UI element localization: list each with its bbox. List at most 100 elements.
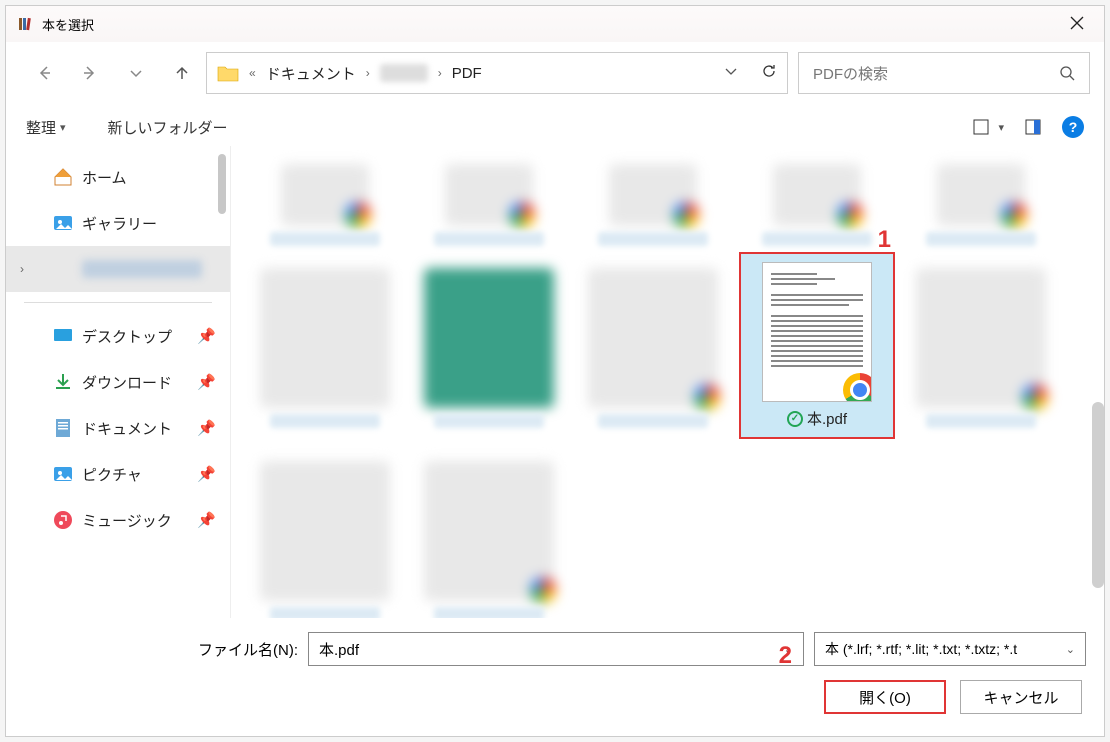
file-item[interactable]	[411, 445, 567, 618]
expand-icon[interactable]: ›	[20, 262, 24, 276]
desktop-icon	[52, 325, 74, 347]
filetype-filter[interactable]: 本 (*.lrf; *.rtf; *.lit; *.txt; *.txtz; *…	[814, 632, 1086, 666]
nav-buttons	[20, 63, 196, 83]
files-scrollbar[interactable]	[1092, 402, 1104, 588]
folder-icon	[217, 64, 239, 82]
sidebar-item-pictures[interactable]: ピクチャ 📌	[6, 451, 230, 497]
file-item[interactable]	[411, 252, 567, 428]
breadcrumb-laquo: «	[249, 66, 256, 80]
file-item[interactable]	[903, 252, 1059, 428]
file-open-dialog: 本を選択 « ドキュメント › › PDF PDFの検索	[5, 5, 1105, 737]
pin-icon: 📌	[197, 419, 216, 437]
sidebar-item-home[interactable]: ホーム	[6, 154, 230, 200]
search-input[interactable]: PDFの検索	[798, 52, 1090, 94]
refresh-icon	[761, 63, 777, 79]
bottom-panel: ファイル名(N): 本.pdf ⌄ 本 (*.lrf; *.rtf; *.lit…	[6, 618, 1104, 736]
arrow-up-icon	[174, 65, 190, 81]
titlebar: 本を選択	[6, 6, 1104, 42]
dialog-title: 本を選択	[42, 15, 94, 34]
chevron-down-icon	[128, 65, 144, 81]
file-item[interactable]	[575, 158, 731, 246]
sidebar-item-downloads[interactable]: ダウンロード 📌	[6, 359, 230, 405]
breadcrumb-redacted[interactable]	[380, 64, 428, 82]
sidebar-divider	[24, 302, 212, 303]
gallery-icon	[52, 212, 74, 234]
sidebar-item-music[interactable]: ミュージック 📌	[6, 497, 230, 543]
search-icon	[1059, 65, 1075, 81]
annotation-1: 1	[878, 226, 891, 254]
sidebar-item-label: ダウンロード	[82, 372, 172, 393]
file-item[interactable]	[247, 158, 403, 246]
arrow-right-icon	[82, 65, 98, 81]
pin-icon: 📌	[197, 327, 216, 345]
refresh-button[interactable]	[761, 63, 777, 84]
file-item[interactable]	[739, 158, 895, 246]
filter-value: 本 (*.lrf; *.rtf; *.lit; *.txt; *.txtz; *…	[825, 639, 1017, 659]
breadcrumb-pdf[interactable]: PDF	[452, 65, 482, 82]
main-area: ホーム ギャラリー › デスクトップ 📌 ダウンロード 📌	[6, 146, 1104, 618]
sidebar: ホーム ギャラリー › デスクトップ 📌 ダウンロード 📌	[6, 146, 230, 618]
music-icon	[52, 509, 74, 531]
filename-value: 本.pdf	[319, 639, 359, 660]
file-item[interactable]	[575, 252, 731, 428]
download-icon	[52, 371, 74, 393]
chevron-down-icon: ▾	[998, 121, 1004, 134]
pin-icon: 📌	[197, 511, 216, 529]
sidebar-item-label: ホーム	[82, 167, 127, 188]
toolbar: 整理 ▾ 新しいフォルダー ▾ ?	[6, 108, 1104, 146]
preview-pane-icon	[1024, 118, 1042, 136]
sidebar-item-gallery[interactable]: ギャラリー	[6, 200, 230, 246]
back-button[interactable]	[34, 63, 54, 83]
search-placeholder: PDFの検索	[813, 63, 888, 84]
open-button[interactable]: 開く(O)	[824, 680, 946, 714]
cloud-icon	[52, 258, 74, 280]
breadcrumb-chevron-1: ›	[366, 66, 370, 80]
chevron-down-icon[interactable]: ⌄	[1066, 643, 1075, 656]
breadcrumb-documents[interactable]: ドキュメント	[266, 63, 356, 84]
close-button[interactable]	[1062, 10, 1092, 39]
arrow-left-icon	[36, 65, 52, 81]
pin-icon: 📌	[197, 373, 216, 391]
sidebar-item-label: ドキュメント	[82, 418, 172, 439]
address-dropdown[interactable]	[723, 63, 739, 84]
home-icon	[52, 166, 74, 188]
help-button[interactable]: ?	[1062, 116, 1084, 138]
sidebar-item-label	[82, 260, 202, 278]
sidebar-item-label: デスクトップ	[82, 326, 172, 347]
breadcrumb-chevron-2: ›	[438, 66, 442, 80]
sidebar-item-documents[interactable]: ドキュメント 📌	[6, 405, 230, 451]
filename-label: ファイル名(N):	[198, 639, 298, 660]
sidebar-item-desktop[interactable]: デスクトップ 📌	[6, 313, 230, 359]
forward-button[interactable]	[80, 63, 100, 83]
check-icon: ✓	[787, 411, 803, 427]
address-bar[interactable]: « ドキュメント › › PDF	[206, 52, 788, 94]
file-name-label: 本.pdf	[807, 408, 847, 429]
recent-dropdown[interactable]	[126, 63, 146, 83]
file-item-selected[interactable]: ✓ 本.pdf	[739, 252, 895, 439]
file-thumbnail	[762, 262, 872, 402]
files-pane[interactable]: 1 ✓ 本.pdf	[230, 146, 1104, 618]
pin-icon: 📌	[197, 465, 216, 483]
chevron-down-icon	[723, 63, 739, 79]
view-large-button[interactable]: ▾	[972, 118, 1004, 136]
sidebar-item-redacted[interactable]: ›	[6, 246, 230, 292]
sidebar-item-label: ピクチャ	[82, 464, 142, 485]
preview-pane-button[interactable]	[1024, 118, 1042, 136]
file-item[interactable]	[903, 158, 1059, 246]
sidebar-item-label: ギャラリー	[82, 213, 157, 234]
sidebar-item-label: ミュージック	[82, 510, 172, 531]
file-item[interactable]	[247, 252, 403, 428]
file-item[interactable]	[411, 158, 567, 246]
up-button[interactable]	[172, 63, 192, 83]
document-icon	[52, 417, 74, 439]
new-folder-button[interactable]: 新しいフォルダー	[108, 117, 228, 138]
cancel-button[interactable]: キャンセル	[960, 680, 1082, 714]
filename-input[interactable]: 本.pdf ⌄	[308, 632, 804, 666]
nav-row: « ドキュメント › › PDF PDFの検索	[6, 42, 1104, 108]
chrome-badge-icon	[843, 373, 872, 402]
annotation-2: 2	[779, 642, 792, 670]
organize-menu[interactable]: 整理 ▾	[26, 117, 66, 138]
file-item[interactable]	[247, 445, 403, 618]
close-icon	[1070, 16, 1084, 30]
pictures-icon	[52, 463, 74, 485]
